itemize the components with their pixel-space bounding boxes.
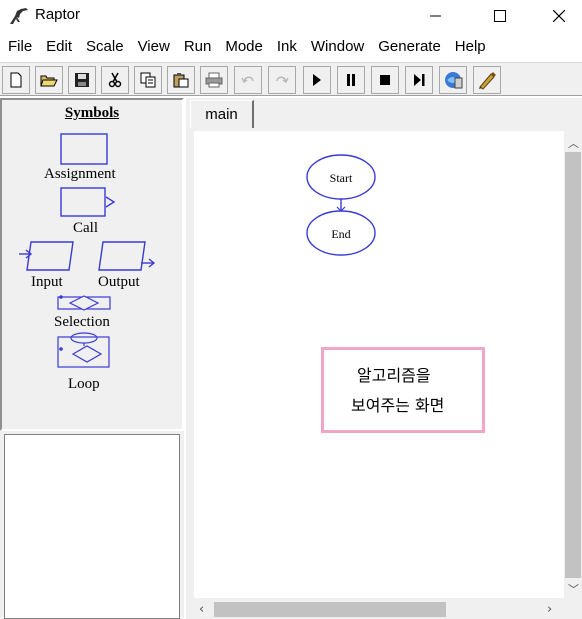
output-symbol[interactable] (97, 240, 159, 276)
menu-bar: File Edit Scale View Run Mode Ink Window… (0, 33, 582, 59)
menu-mode[interactable]: Mode (218, 38, 270, 55)
raptor-logo-icon (10, 8, 28, 24)
menu-ink[interactable]: Ink (270, 38, 304, 55)
open-folder-icon (40, 75, 58, 87)
vertical-scroll-thumb[interactable] (565, 152, 581, 578)
tab-main[interactable]: main (190, 100, 254, 128)
minimize-icon (430, 15, 441, 17)
tab-strip: main (186, 98, 582, 128)
output-label: Output (98, 274, 140, 290)
selection-symbol[interactable] (57, 293, 113, 313)
call-label: Call (73, 220, 98, 236)
save-icon (75, 73, 89, 87)
ink-pen-button[interactable] (473, 66, 501, 94)
open-button[interactable] (35, 66, 63, 94)
menu-help[interactable]: Help (448, 38, 493, 55)
cut-icon (108, 72, 122, 88)
annotation-line-1: 알고리즘을 (357, 366, 431, 385)
stop-button[interactable] (371, 66, 399, 94)
scroll-up-icon[interactable]: ︿ (568, 135, 579, 151)
pause-icon (347, 74, 355, 86)
run-button[interactable] (303, 66, 331, 94)
cut-button[interactable] (101, 66, 129, 94)
paste-icon (173, 73, 189, 88)
scroll-right-icon[interactable]: › (547, 602, 552, 617)
menu-file[interactable]: File (1, 38, 39, 55)
print-button[interactable] (200, 66, 228, 94)
menu-generate[interactable]: Generate (371, 38, 448, 55)
menu-window[interactable]: Window (304, 38, 371, 55)
scroll-left-icon[interactable]: ‹ (199, 602, 204, 617)
new-file-icon (10, 72, 22, 88)
toolbar (0, 62, 582, 96)
minimize-button[interactable] (407, 0, 465, 32)
menu-edit[interactable]: Edit (39, 38, 79, 55)
title-bar: Raptor (0, 0, 582, 32)
symbols-panel: Symbols Assignment Call Input Output Sel… (0, 98, 184, 431)
loop-label: Loop (68, 376, 100, 392)
vertical-scrollbar[interactable]: ︿ ﹀ (564, 132, 582, 599)
symbols-heading: Symbols (64, 105, 120, 121)
test-server-button[interactable] (439, 66, 467, 94)
close-icon (553, 10, 565, 22)
pen-icon (479, 72, 496, 90)
paste-button[interactable] (167, 66, 195, 94)
assignment-label: Assignment (44, 166, 116, 182)
annotation-box: 알고리즘을 보여주는 화면 (321, 347, 485, 433)
input-label: Input (31, 274, 63, 290)
pause-button[interactable] (337, 66, 365, 94)
input-symbol[interactable] (17, 240, 79, 276)
variables-panel (0, 431, 184, 619)
copy-button[interactable] (134, 66, 162, 94)
print-icon (205, 72, 223, 88)
annotation-line-2: 보여주는 화면 (351, 396, 445, 415)
maximize-icon (494, 10, 506, 22)
end-label[interactable]: End (307, 227, 375, 242)
play-icon (313, 74, 321, 86)
test-server-icon (445, 72, 463, 89)
call-symbol[interactable] (60, 187, 122, 221)
redo-icon (276, 76, 289, 84)
horizontal-scroll-thumb[interactable] (214, 602, 446, 617)
selection-label: Selection (54, 314, 110, 330)
redo-button[interactable] (268, 66, 296, 94)
new-button[interactable] (2, 66, 30, 94)
copy-icon (140, 72, 156, 88)
loop-symbol[interactable] (57, 332, 113, 372)
close-button[interactable] (530, 0, 582, 32)
step-button[interactable] (405, 66, 433, 94)
step-icon (414, 74, 425, 86)
menu-view[interactable]: View (131, 38, 177, 55)
start-label[interactable]: Start (307, 171, 375, 186)
variables-view[interactable] (4, 434, 180, 619)
horizontal-scrollbar[interactable]: ‹ › (194, 600, 564, 619)
menu-scale[interactable]: Scale (79, 38, 131, 55)
assignment-symbol[interactable] (60, 133, 110, 167)
maximize-button[interactable] (471, 0, 529, 32)
scroll-down-icon[interactable]: ﹀ (568, 581, 579, 597)
menu-run[interactable]: Run (177, 38, 219, 55)
undo-button[interactable] (234, 66, 262, 94)
window-title: Raptor (35, 6, 81, 23)
save-button[interactable] (68, 66, 96, 94)
undo-icon (241, 76, 254, 84)
stop-icon (380, 75, 390, 85)
